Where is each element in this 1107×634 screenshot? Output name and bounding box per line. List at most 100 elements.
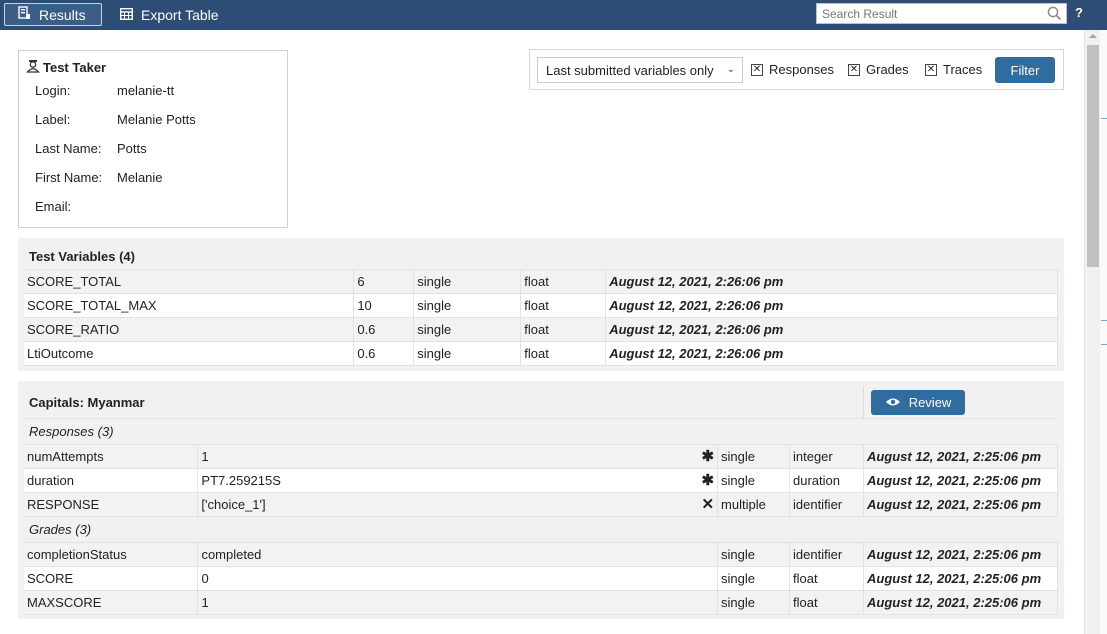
variable-name: SCORE — [24, 566, 199, 591]
base-type: duration — [789, 468, 864, 493]
asterisk-icon: ✱ — [701, 448, 715, 465]
timestamp: August 12, 2021, 2:26:06 pm — [605, 317, 1058, 342]
field-value: Melanie Potts — [117, 112, 196, 127]
variable-name: SCORE_RATIO — [24, 317, 355, 342]
cardinality: single — [413, 269, 522, 294]
field-value: melanie-tt — [117, 83, 175, 98]
search-box — [816, 3, 1067, 24]
table-row: SCORE_RATIO 0.6 single float August 12, 2021… — [24, 317, 1058, 342]
variable-value-text: PT7.259215S — [201, 473, 281, 488]
eye-icon — [885, 395, 901, 410]
export-table-button[interactable]: Export Table — [119, 3, 219, 26]
variable-name: LtiOutcome — [24, 341, 355, 366]
cardinality: single — [413, 317, 522, 342]
variable-value-text: completed — [201, 547, 262, 562]
divider — [24, 418, 1058, 419]
traces-checkbox[interactable]: ✕ Traces — [925, 62, 982, 77]
search-input[interactable] — [817, 4, 1042, 23]
test-variables-table: SCORE_TOTAL 6 single float August 12, 2021, … — [24, 269, 1058, 366]
base-type: integer — [789, 444, 864, 469]
timestamp: August 12, 2021, 2:26:06 pm — [605, 341, 1058, 366]
test-variables-panel: Test Variables (4) SCORE_TOTAL 6 single flo… — [18, 238, 1064, 371]
review-button[interactable]: Review — [871, 390, 965, 415]
grades-checkbox[interactable]: ✕ Grades — [848, 62, 909, 77]
field-label: Label: — [35, 112, 71, 127]
traces-checkbox-label: Traces — [943, 62, 983, 77]
table-row: LtiOutcome 0.6 single float August 12, 2021,… — [24, 341, 1058, 366]
timestamp: August 12, 2021, 2:26:06 pm — [605, 269, 1058, 294]
filter-panel: Last submitted variables only ⌄ ✕ Respon… — [529, 49, 1064, 90]
cardinality: multiple — [717, 492, 790, 517]
results-button[interactable]: Results — [4, 3, 102, 26]
cardinality: single — [717, 468, 790, 493]
variable-value: 6 — [353, 269, 415, 294]
chevron-down-icon: ⌄ — [726, 64, 735, 75]
help-icon[interactable]: ? — [1075, 5, 1083, 20]
test-variables-title: Test Variables (4) — [29, 249, 135, 264]
timestamp: August 12, 2021, 2:25:06 pm — [863, 566, 1058, 591]
checkbox-checked-icon[interactable]: ✕ — [925, 63, 937, 76]
filter-button[interactable]: Filter — [995, 57, 1055, 83]
responses-checkbox[interactable]: ✕ Responses — [751, 62, 834, 77]
results-icon — [17, 6, 31, 23]
variable-value: 1 — [197, 590, 719, 615]
field-value: Potts — [117, 141, 147, 156]
top-toolbar: Results Export Table ? — [0, 0, 1107, 30]
item-title: Capitals: Myanmar — [29, 395, 145, 410]
variable-value: 0.6 — [353, 341, 415, 366]
variable-value-text: 1 — [201, 449, 209, 464]
search-icon[interactable] — [1047, 6, 1062, 24]
variable-value: 1 ✱ — [197, 444, 719, 469]
variable-name: completionStatus — [24, 542, 199, 567]
responses-table: numAttempts 1 ✱ single integer August 12, 202… — [24, 444, 1059, 517]
incorrect-mark-icon: ✕ — [701, 496, 715, 513]
responses-subheading: Responses (3) — [29, 424, 114, 439]
table-row: RESPONSE ['choice_1'] ✕ multiple identifier A… — [24, 492, 1059, 517]
scroll-thumb[interactable] — [1087, 45, 1099, 267]
field-label: Last Name: — [35, 141, 102, 156]
variable-name: SCORE_TOTAL — [24, 269, 355, 294]
table-row: SCORE 0 single float August 12, 2021, 2:25:0… — [24, 566, 1058, 591]
field-label: Email: — [35, 199, 72, 214]
variable-value: PT7.259215S ✱ — [197, 468, 719, 493]
timestamp: August 12, 2021, 2:25:06 pm — [863, 542, 1058, 567]
grades-subheading: Grades (3) — [29, 522, 92, 537]
cardinality: single — [717, 566, 791, 591]
variables-select[interactable]: Last submitted variables only ⌄ — [537, 57, 743, 83]
test-taker-title-text: Test Taker — [43, 60, 107, 75]
variable-value-text: ['choice_1'] — [201, 497, 266, 512]
variable-name: numAttempts — [24, 444, 199, 469]
cardinality: single — [717, 542, 791, 567]
variable-value: 10 — [353, 293, 415, 318]
table-row: completionStatus completed single identifie… — [24, 542, 1058, 567]
table-row: duration PT7.259215S ✱ single duration August… — [24, 468, 1059, 493]
variable-name: RESPONSE — [24, 492, 199, 517]
variable-value: completed — [197, 542, 719, 567]
test-taker-panel: Test Taker Login: melanie-tt Label: Melani… — [18, 50, 288, 228]
variable-value: 0 — [197, 566, 719, 591]
checkbox-checked-icon[interactable]: ✕ — [848, 63, 860, 76]
variable-value: ['choice_1'] ✕ — [197, 492, 719, 517]
scroll-up-arrow-icon[interactable] — [1089, 34, 1097, 38]
user-icon — [26, 59, 40, 76]
vertical-scrollbar[interactable] — [1084, 30, 1100, 634]
variable-name: SCORE_TOTAL_MAX — [24, 293, 355, 318]
responses-checkbox-label: Responses — [769, 62, 835, 77]
divider — [863, 386, 864, 418]
base-type: float — [789, 590, 864, 615]
table-row: numAttempts 1 ✱ single integer August 12, 202… — [24, 444, 1059, 469]
variable-value-text: 1 — [201, 595, 209, 610]
side-edge — [1100, 30, 1107, 634]
base-type: float — [520, 269, 607, 294]
base-type: float — [789, 566, 864, 591]
cardinality: single — [413, 341, 522, 366]
field-label: Login: — [35, 83, 71, 98]
variable-name: duration — [24, 468, 199, 493]
cardinality: single — [413, 293, 522, 318]
table-row: MAXSCORE 1 single float August 12, 2021, 2:2… — [24, 590, 1058, 615]
asterisk-icon: ✱ — [701, 472, 715, 489]
grades-checkbox-label: Grades — [866, 62, 909, 77]
timestamp: August 12, 2021, 2:25:06 pm — [863, 590, 1058, 615]
checkbox-checked-icon[interactable]: ✕ — [751, 63, 763, 76]
item-panel: Capitals: Myanmar Review Responses (3) n… — [18, 381, 1064, 619]
